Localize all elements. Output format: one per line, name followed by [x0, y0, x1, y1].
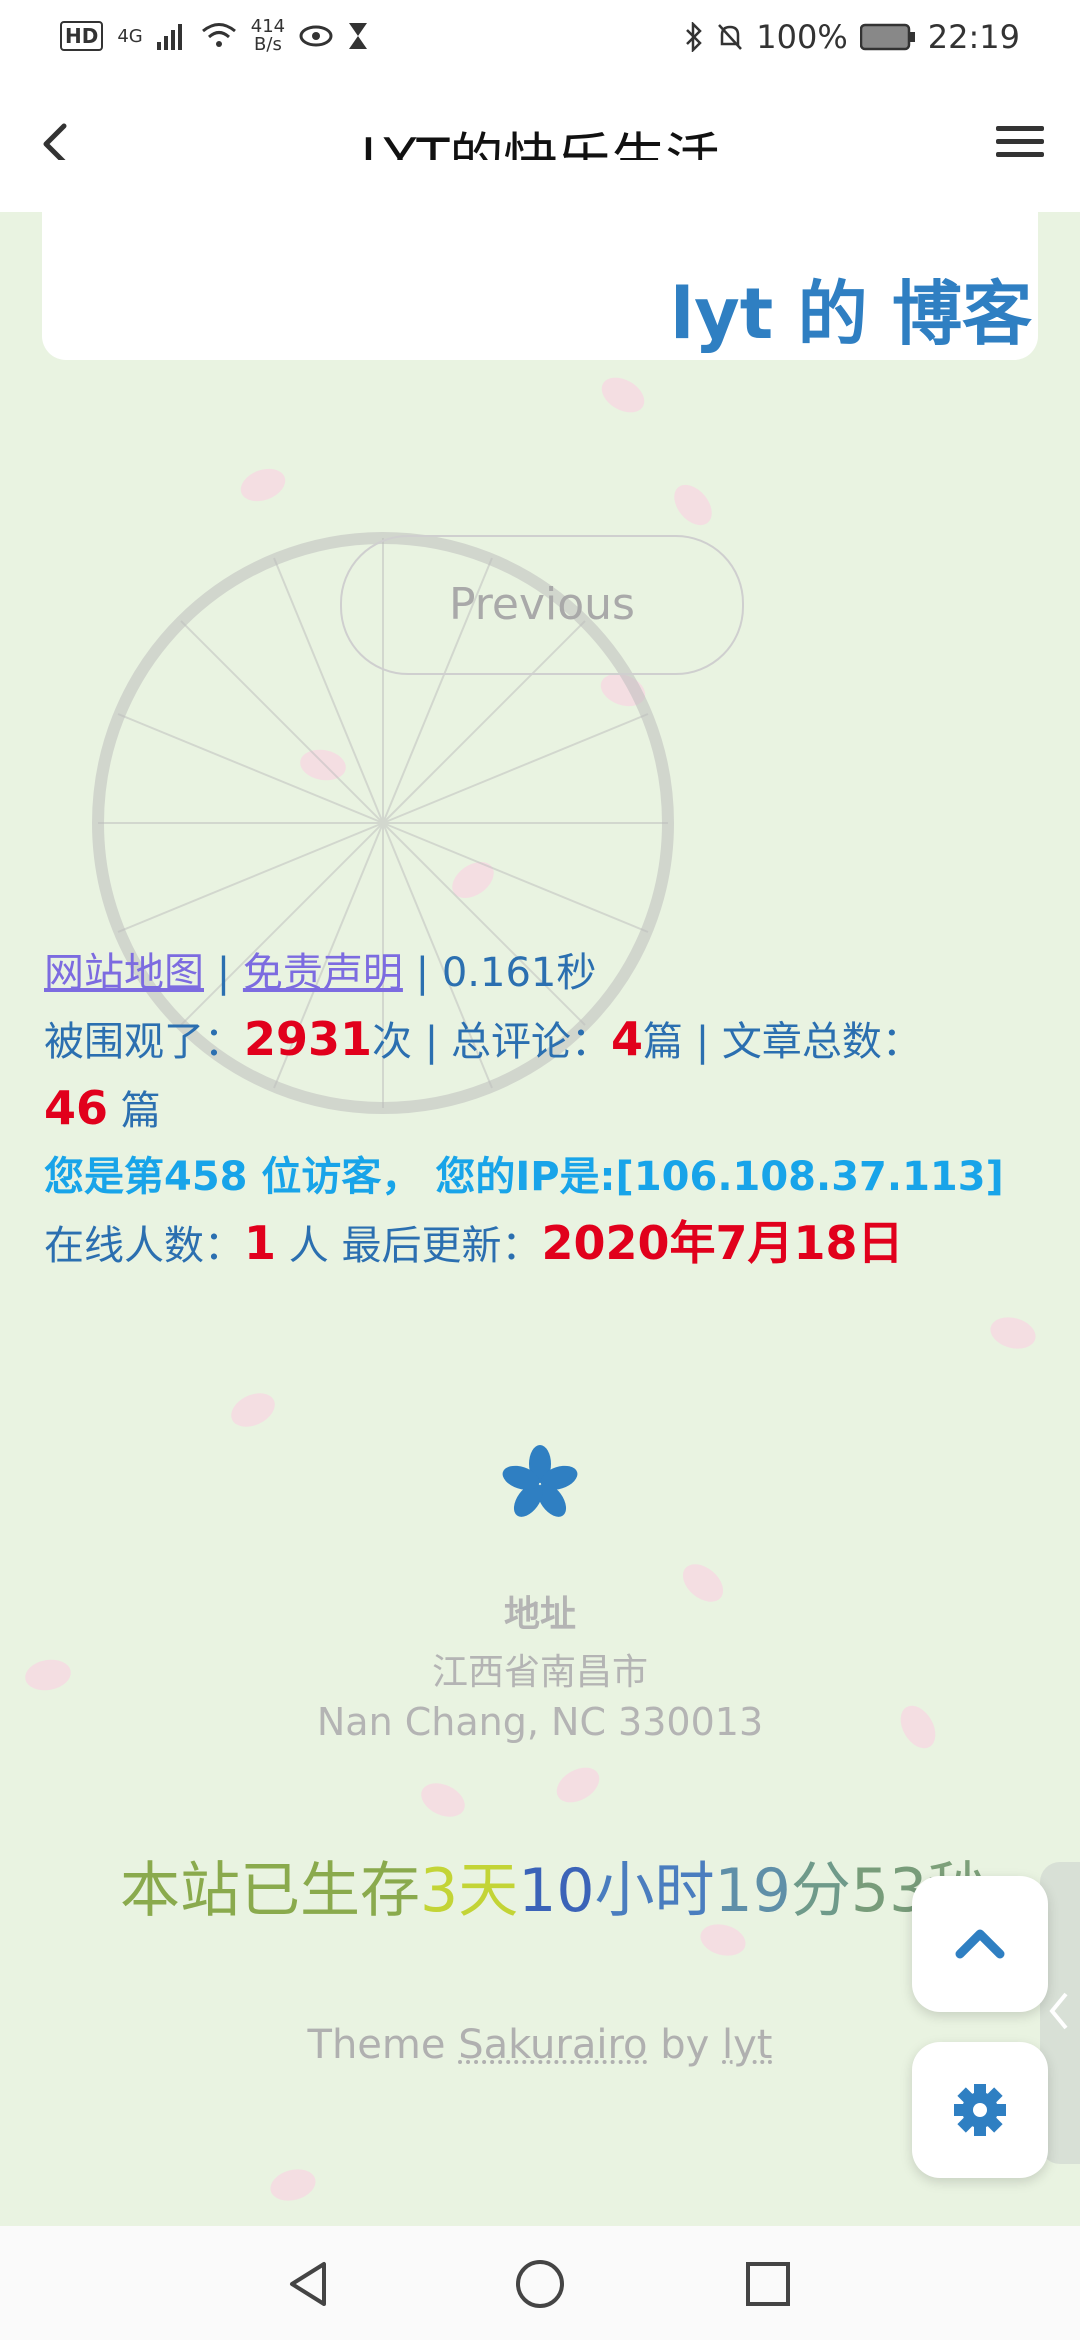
- comments-label: 总评论：: [450, 1019, 611, 1065]
- net-speed: 414 B/s: [251, 18, 285, 54]
- address-heading: 地址: [503, 1594, 576, 1635]
- hd-icon: HD: [60, 21, 104, 51]
- posts-count: 46: [44, 1081, 109, 1135]
- bluetooth-icon: [686, 22, 703, 52]
- recents-square-icon[interactable]: [738, 2254, 798, 2314]
- blog-card: lyt 的 博客: [42, 160, 1038, 360]
- gear-icon: [954, 2084, 1006, 2136]
- clock: 22:19: [927, 18, 1020, 56]
- sakura-petal: [266, 2164, 320, 2206]
- sakura-flower-icon: [502, 1445, 578, 1517]
- sakura-petal: [986, 1312, 1040, 1354]
- online-count: 1: [244, 1216, 277, 1270]
- hourglass-icon: [349, 23, 368, 49]
- disclaimer-link[interactable]: 免责声明: [243, 950, 403, 996]
- views-label: 被围观了：: [44, 1019, 244, 1065]
- status-bar: HD 4G 414 B/s 100% 22:19: [0, 0, 1080, 80]
- online-row: 在线人数：1 人 最后更新：2020年7月18日: [44, 1210, 1044, 1279]
- sakura-petal: [415, 1776, 471, 1824]
- uptime-days-unit: 天: [458, 1856, 519, 1926]
- wifi-icon: [201, 23, 236, 47]
- load-time: 0.161秒: [441, 950, 597, 996]
- site-stats: 网站地图 | 免责声明 | 0.161秒 被围观了：2931次 | 总评论：4篇…: [44, 940, 1044, 1279]
- views-unit: 次: [372, 1019, 413, 1065]
- sitemap-link[interactable]: 网站地图: [44, 950, 204, 996]
- separator: |: [216, 950, 243, 996]
- cell-network: 4G: [117, 25, 143, 47]
- updated-date: 2020年7月18日: [541, 1216, 904, 1270]
- settings-button[interactable]: [912, 2042, 1048, 2178]
- status-left: HD 4G 414 B/s: [60, 18, 369, 54]
- updated-label: 最后更新：: [341, 1223, 542, 1269]
- separator: |: [415, 950, 442, 996]
- home-circle-icon[interactable]: [510, 2254, 570, 2314]
- eye-icon: [299, 25, 333, 47]
- separator: |: [695, 1019, 722, 1065]
- theme-prefix: Theme: [307, 2022, 459, 2068]
- comments-unit: 篇: [642, 1019, 683, 1065]
- uptime-minutes-unit: 分: [790, 1856, 851, 1926]
- visitor-info: 您是第458 位访客， 您的IP是:[106.108.37.113]: [44, 1154, 1004, 1200]
- blog-label[interactable]: lyt 的 博客: [670, 258, 1032, 359]
- uptime-minutes: 19: [714, 1856, 791, 1926]
- system-nav-bar: [0, 2226, 1080, 2340]
- address-line2: Nan Chang, NC 330013: [316, 1700, 764, 1744]
- separator: |: [424, 1019, 451, 1065]
- uptime-counter: 本站已生存3天10小时19分53秒: [120, 1842, 987, 1929]
- theme-link[interactable]: Sakurairo: [458, 2022, 647, 2068]
- back-triangle-icon[interactable]: [280, 2254, 340, 2314]
- net-speed-unit: B/s: [254, 34, 282, 55]
- comments-count: 4: [610, 1012, 643, 1066]
- address-line1: 江西省南昌市: [431, 1652, 648, 1693]
- sakura-petal: [225, 1386, 281, 1434]
- signal-icon: [156, 24, 182, 50]
- online-unit: 人: [276, 1223, 342, 1269]
- chevron-left-icon: [1049, 1992, 1068, 2030]
- theme-mid: by: [647, 2022, 722, 2068]
- status-right: 100% 22:19: [684, 18, 1020, 56]
- previous-button[interactable]: Previous: [340, 535, 744, 675]
- online-label: 在线人数：: [44, 1223, 244, 1269]
- chevron-up-icon: [955, 1929, 1005, 1959]
- sakura-petal: [550, 1760, 606, 1810]
- uptime-prefix: 本站已生存: [120, 1856, 420, 1926]
- counts-row: 被围观了：2931次 | 总评论：4篇 | 文章总数： 46 篇: [44, 1006, 1044, 1144]
- author-link[interactable]: lyt: [722, 2022, 772, 2068]
- links-row: 网站地图 | 免责声明 | 0.161秒: [44, 940, 1044, 1006]
- uptime-days: 3: [420, 1856, 459, 1926]
- battery-icon: [859, 23, 915, 51]
- views-count: 2931: [244, 1012, 373, 1066]
- bell-muted-icon: [718, 24, 743, 50]
- uptime-hours: 10: [518, 1856, 595, 1926]
- sakura-petal: [236, 463, 290, 507]
- sakura-petal: [666, 477, 720, 533]
- uptime-hours-unit: 小时: [594, 1856, 715, 1926]
- posts-unit: 篇: [108, 1088, 161, 1134]
- battery-percent: 100%: [756, 18, 848, 56]
- scroll-top-button[interactable]: [912, 1876, 1048, 2012]
- posts-label: 文章总数：: [721, 1019, 922, 1065]
- sakura-petal: [595, 370, 651, 420]
